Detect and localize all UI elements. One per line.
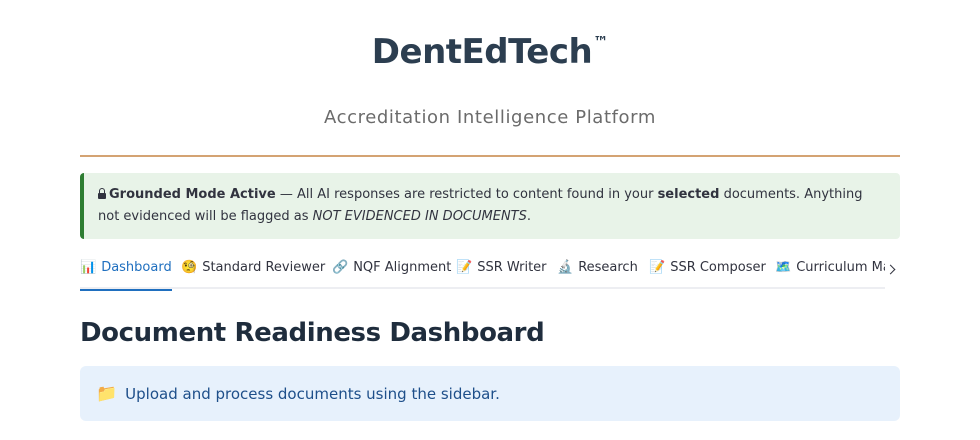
memo-icon: 📝 — [649, 260, 666, 275]
tab-ssr-writer[interactable]: 📝 SSR Writer — [456, 259, 547, 289]
tab-label: Dashboard — [101, 260, 172, 275]
folder-icon: 📁 — [96, 383, 118, 404]
lock-icon — [98, 188, 106, 199]
grounded-mode-notice: Grounded Mode Active — All AI responses … — [80, 173, 900, 239]
tab-nqf-alignment[interactable]: 🔗 NQF Alignment — [332, 259, 451, 289]
link-icon: 🔗 — [332, 260, 349, 275]
tab-label: Research — [578, 260, 638, 275]
tab-label: SSR Writer — [477, 260, 547, 275]
notice-title: Grounded Mode Active — [109, 187, 276, 202]
tab-label: NQF Alignment — [353, 260, 452, 275]
microscope-icon: 🔬 — [557, 260, 574, 275]
tab-standard-reviewer[interactable]: 🧐 Standard Reviewer — [181, 259, 325, 289]
tab-research[interactable]: 🔬 Research — [557, 259, 638, 289]
page-title: Document Readiness Dashboard — [80, 318, 545, 348]
world-map-icon: 🗺️ — [775, 260, 792, 275]
brand-name: DentEdTech — [371, 32, 593, 72]
bar-chart-icon: 📊 — [80, 260, 97, 275]
tagline: Accreditation Intelligence Platform — [324, 107, 656, 128]
notice-emphasis: selected — [657, 187, 720, 202]
monocle-face-icon: 🧐 — [181, 260, 198, 275]
tab-label: Curriculum Map — [796, 260, 885, 275]
memo-icon: 📝 — [456, 260, 473, 275]
notice-flag-text: NOT EVIDENCED IN DOCUMENTS — [312, 209, 527, 224]
tab-dashboard[interactable]: 📊 Dashboard — [80, 259, 172, 291]
tab-label: Standard Reviewer — [202, 260, 326, 275]
notice-text-1: — All AI responses are restricted to con… — [275, 187, 658, 202]
tab-bar: 📊 Dashboard 🧐 Standard Reviewer 🔗 NQF Al… — [80, 256, 885, 291]
notice-text-3: . — [526, 209, 532, 224]
tab-curriculum-map[interactable]: 🗺️ Curriculum Map — [775, 259, 885, 289]
app-header: DentEdTech™ — [80, 32, 900, 72]
tab-ssr-composer[interactable]: 📝 SSR Composer — [649, 259, 766, 289]
tab-label: SSR Composer — [670, 260, 766, 275]
tabs-scroll-right-button[interactable] — [885, 259, 899, 279]
info-text: Upload and process documents using the s… — [125, 384, 500, 403]
chevron-right-icon — [885, 264, 896, 274]
header-divider — [80, 155, 900, 157]
info-message: 📁 Upload and process documents using the… — [80, 366, 900, 421]
trademark-symbol: ™ — [593, 33, 609, 51]
